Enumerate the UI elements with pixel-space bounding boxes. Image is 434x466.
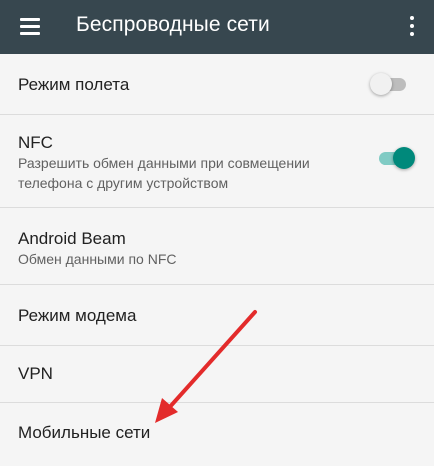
- setting-vpn[interactable]: VPN: [0, 346, 434, 402]
- app-bar: Беспроводные сети: [0, 0, 434, 54]
- setting-title: Режим полета: [18, 75, 130, 94]
- more-vert-icon[interactable]: [404, 14, 420, 38]
- setting-title: VPN: [18, 364, 53, 383]
- setting-summary: Разрешить обмен данными при совмещении т…: [18, 155, 310, 191]
- setting-summary: Обмен данными по NFC: [18, 251, 177, 267]
- setting-tethering[interactable]: Режим модема: [0, 285, 434, 345]
- setting-nfc[interactable]: NFC Разрешить обмен данными при совмещен…: [0, 115, 434, 207]
- setting-title: NFC: [18, 133, 53, 152]
- setting-title: Режим модема: [18, 306, 137, 325]
- setting-android-beam[interactable]: Android Beam Обмен данными по NFC: [0, 208, 434, 284]
- setting-title: Мобильные сети: [18, 423, 151, 442]
- airplane-mode-switch[interactable]: [370, 71, 410, 97]
- wireless-networks-screen: Беспроводные сети Режим полета NFC Разре…: [0, 0, 434, 466]
- page-title: Беспроводные сети: [76, 13, 270, 36]
- switch-thumb: [393, 147, 415, 169]
- switch-thumb: [370, 73, 392, 95]
- nfc-switch[interactable]: [375, 145, 415, 171]
- setting-title: Android Beam: [18, 229, 126, 248]
- hamburger-menu-icon[interactable]: [18, 14, 42, 38]
- setting-mobile-networks[interactable]: Мобильные сети: [0, 403, 434, 466]
- setting-airplane-mode[interactable]: Режим полета: [0, 54, 434, 114]
